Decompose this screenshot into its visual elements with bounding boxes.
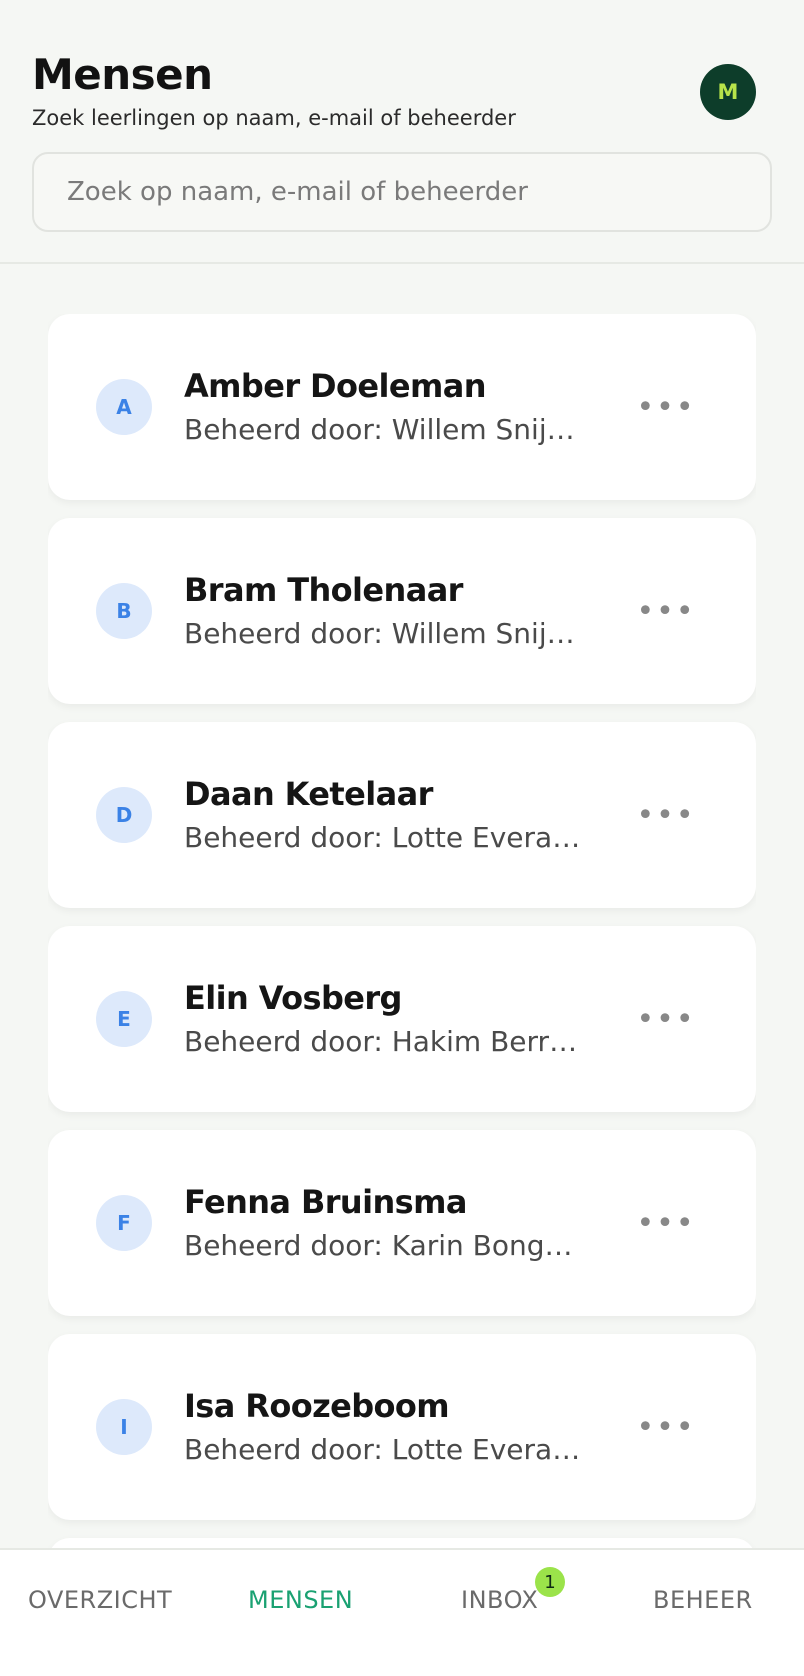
managed-by-text: Beheerd door: Hakim Berra…: [184, 1025, 582, 1058]
list-item[interactable]: A Amber Doeleman Beheerd door: Willem Sn…: [48, 314, 756, 500]
person-name: Fenna Bruinsma: [184, 1183, 467, 1221]
initial-avatar: D: [96, 787, 152, 843]
managed-by-text: Beheerd door: Willem Snijd…: [184, 617, 582, 650]
more-options-icon[interactable]: •••: [636, 590, 694, 632]
initial-avatar: F: [96, 1195, 152, 1251]
managed-by-text: Beheerd door: Willem Snijd…: [184, 413, 582, 446]
inbox-count-badge: 1: [535, 1567, 565, 1597]
search-input[interactable]: [32, 152, 772, 232]
header: Mensen Zoek leerlingen op naam, e-mail o…: [0, 0, 804, 264]
initial-avatar: I: [96, 1399, 152, 1455]
page-title: Mensen: [32, 50, 213, 99]
managed-by-text: Beheerd door: Lotte Everaers: [184, 1433, 582, 1466]
list-item[interactable]: I Isa Roozeboom Beheerd door: Lotte Ever…: [48, 1334, 756, 1520]
managed-by-text: Beheerd door: Lotte Everaers: [184, 821, 582, 854]
list-item[interactable]: E Elin Vosberg Beheerd door: Hakim Berra…: [48, 926, 756, 1112]
people-list: A Amber Doeleman Beheerd door: Willem Sn…: [48, 314, 756, 1550]
more-options-icon[interactable]: •••: [636, 1202, 694, 1244]
more-options-icon[interactable]: •••: [636, 386, 694, 428]
more-options-icon[interactable]: •••: [636, 1406, 694, 1448]
initial-avatar: E: [96, 991, 152, 1047]
list-item[interactable]: D Daan Ketelaar Beheerd door: Lotte Ever…: [48, 722, 756, 908]
person-name: Bram Tholenaar: [184, 571, 463, 609]
person-name: Elin Vosberg: [184, 979, 402, 1017]
person-name: Amber Doeleman: [184, 367, 486, 405]
more-options-icon[interactable]: •••: [636, 794, 694, 836]
managed-by-text: Beheerd door: Karin Bongers: [184, 1229, 582, 1262]
tab-overzicht[interactable]: OVERZICHT: [28, 1586, 172, 1614]
initial-avatar: B: [96, 583, 152, 639]
initial-avatar: A: [96, 379, 152, 435]
person-name: Daan Ketelaar: [184, 775, 433, 813]
person-name: Isa Roozeboom: [184, 1387, 450, 1425]
bottom-tab-bar: OVERZICHT MENSEN INBOX 1 BEHEER: [0, 1548, 804, 1676]
list-item[interactable]: F Fenna Bruinsma Beheerd door: Karin Bon…: [48, 1130, 756, 1316]
page-subtitle: Zoek leerlingen op naam, e-mail of behee…: [32, 106, 516, 130]
more-options-icon[interactable]: •••: [636, 998, 694, 1040]
avatar[interactable]: M: [700, 64, 756, 120]
list-item[interactable]: B Bram Tholenaar Beheerd door: Willem Sn…: [48, 518, 756, 704]
tab-mensen[interactable]: MENSEN: [248, 1586, 353, 1614]
tab-beheer[interactable]: BEHEER: [653, 1586, 753, 1614]
tab-inbox[interactable]: INBOX: [461, 1586, 538, 1614]
